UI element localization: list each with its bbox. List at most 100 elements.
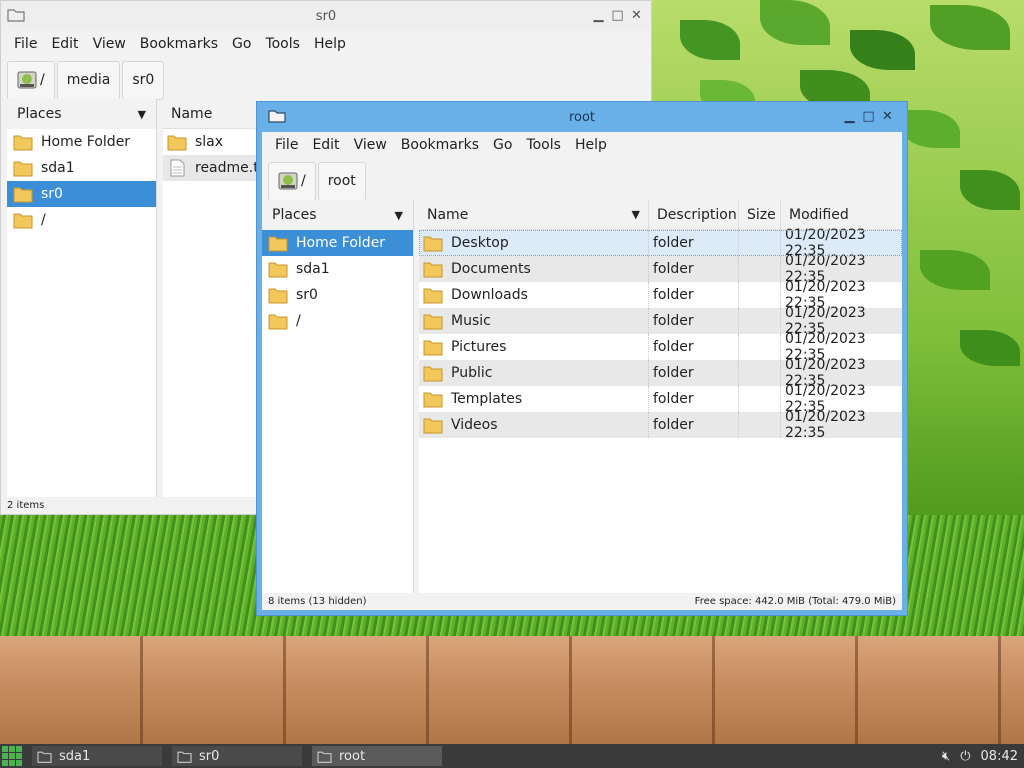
path-button-root-folder[interactable]: root — [317, 161, 366, 201]
file-description: folder — [649, 308, 739, 334]
menu-view[interactable]: View — [86, 36, 133, 52]
menu-bookmarks[interactable]: Bookmarks — [394, 137, 486, 153]
menubar: File Edit View Bookmarks Go Tools Help — [1, 31, 651, 56]
close-button[interactable]: ✕ — [628, 7, 645, 24]
file-description: folder — [649, 230, 739, 256]
file-name-cell: Desktop — [419, 230, 649, 256]
minimize-button[interactable]: ▁ — [590, 7, 607, 24]
chevron-down-icon: ▼ — [631, 208, 640, 221]
taskbar-item-label: sda1 — [59, 748, 91, 764]
menu-help[interactable]: Help — [568, 137, 614, 153]
column-name[interactable]: Name — [163, 99, 257, 129]
titlebar[interactable]: root ▁ □ ✕ — [262, 102, 902, 132]
column-size[interactable]: Size — [739, 199, 781, 230]
file-size — [739, 282, 781, 308]
menu-go[interactable]: Go — [225, 36, 258, 52]
place-home-folder[interactable]: Home Folder — [7, 129, 156, 155]
folder-icon — [423, 262, 443, 278]
menu-edit[interactable]: Edit — [305, 137, 346, 153]
file-row-slax[interactable]: slax — [163, 129, 257, 155]
folder-icon — [37, 751, 52, 763]
menu-bookmarks[interactable]: Bookmarks — [133, 36, 225, 52]
path-button-root[interactable]: / — [268, 161, 316, 201]
taskbar-item-label: root — [339, 748, 366, 764]
close-button[interactable]: ✕ — [879, 108, 896, 125]
file-name-cell: Pictures — [419, 334, 649, 360]
menu-view[interactable]: View — [347, 137, 394, 153]
place-home-folder[interactable]: Home Folder — [262, 230, 413, 256]
column-description[interactable]: Description — [649, 199, 739, 230]
place-root[interactable]: / — [262, 308, 413, 334]
folder-icon — [177, 751, 192, 763]
taskbar: sda1 sr0 root 🔇︎ ⏻ 08:42 — [0, 744, 1024, 768]
place-sr0[interactable]: sr0 — [262, 282, 413, 308]
path-label: root — [327, 173, 356, 189]
status-bar: 8 items (13 hidden) Free space: 442.0 Mi… — [262, 593, 902, 610]
titlebar[interactable]: sr0 ▁ □ ✕ — [1, 1, 651, 31]
file-manager-window-root[interactable]: root ▁ □ ✕ File Edit View Bookmarks Go T… — [256, 101, 908, 616]
places-label: Places — [17, 106, 62, 122]
file-size — [739, 334, 781, 360]
menu-tools[interactable]: Tools — [519, 137, 568, 153]
file-name: Pictures — [451, 339, 507, 355]
menu-help[interactable]: Help — [307, 36, 353, 52]
place-sda1[interactable]: sda1 — [262, 256, 413, 282]
place-label: Home Folder — [296, 235, 386, 251]
maximize-button[interactable]: □ — [609, 7, 626, 24]
column-name[interactable]: Name ▼ — [419, 199, 649, 230]
menu-file[interactable]: File — [7, 36, 44, 52]
taskbar-item-sr0[interactable]: sr0 — [172, 746, 302, 766]
file-size — [739, 308, 781, 334]
column-name-label: Name — [427, 206, 469, 223]
place-sr0[interactable]: sr0 — [7, 181, 156, 207]
taskbar-item-label: sr0 — [199, 748, 220, 764]
column-modified[interactable]: Modified — [781, 200, 901, 230]
folder-icon — [13, 187, 33, 203]
folder-icon — [423, 392, 443, 408]
folder-icon — [13, 135, 33, 151]
taskbar-item-root[interactable]: root — [312, 746, 442, 766]
menu-go[interactable]: Go — [486, 137, 519, 153]
volume-muted-icon[interactable]: 🔇︎ — [942, 749, 950, 764]
file-size — [739, 230, 781, 256]
place-label: Home Folder — [41, 134, 131, 150]
folder-icon — [423, 314, 443, 330]
menu-edit[interactable]: Edit — [44, 36, 85, 52]
places-pane: Places ▼ Home Folder sda1 sr0 / — [7, 99, 157, 497]
start-menu-button[interactable] — [2, 746, 22, 766]
folder-icon — [423, 288, 443, 304]
drive-icon — [17, 71, 37, 89]
path-bar: / root — [262, 157, 902, 205]
chevron-down-icon: ▼ — [394, 208, 403, 222]
file-size — [739, 386, 781, 412]
folder-icon — [423, 236, 443, 252]
path-label: / — [40, 72, 45, 88]
power-icon[interactable]: ⏻ — [960, 749, 970, 764]
text-file-icon — [170, 159, 185, 177]
file-row-videos[interactable]: Videos folder 01/20/2023 22:35 — [419, 409, 902, 441]
taskbar-item-sda1[interactable]: sda1 — [32, 746, 162, 766]
path-button-root[interactable]: / — [7, 60, 55, 100]
folder-icon — [13, 213, 33, 229]
place-sda1[interactable]: sda1 — [7, 155, 156, 181]
file-modified: 01/20/2023 22:35 — [785, 409, 866, 441]
menu-file[interactable]: File — [268, 137, 305, 153]
places-header[interactable]: Places ▼ — [7, 99, 156, 129]
path-button-sr0[interactable]: sr0 — [122, 60, 165, 100]
file-name: Desktop — [451, 235, 509, 251]
path-button-media[interactable]: media — [56, 60, 121, 100]
file-description: folder — [649, 412, 739, 438]
maximize-button[interactable]: □ — [860, 108, 877, 125]
place-root[interactable]: / — [7, 207, 156, 233]
file-name: Videos — [451, 417, 498, 433]
minimize-button[interactable]: ▁ — [841, 108, 858, 125]
places-header[interactable]: Places ▼ — [262, 200, 413, 230]
file-row-readme[interactable]: readme.txt — [163, 155, 273, 181]
file-size — [739, 360, 781, 386]
place-label: sda1 — [41, 160, 75, 176]
system-tray: 🔇︎ ⏻ 08:42 — [942, 749, 1024, 764]
clock[interactable]: 08:42 — [981, 749, 1018, 764]
menu-tools[interactable]: Tools — [258, 36, 307, 52]
file-size — [739, 256, 781, 282]
status-item-count: 8 items (13 hidden) — [268, 596, 367, 607]
